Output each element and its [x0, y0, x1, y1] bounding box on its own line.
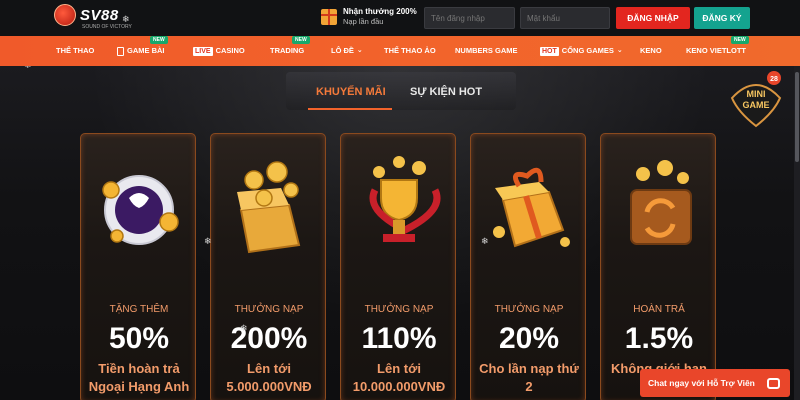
nav-item-numbers-game[interactable]: NUMBERS GAME [455, 36, 518, 66]
promo-tabs: KHUYẾN MÃI SỰ KIỆN HOT [286, 72, 516, 110]
active-tab-underline [308, 108, 392, 110]
card-label: THƯỞNG NẠP [494, 304, 564, 315]
nav-label: THỂ THAO ẢO [384, 46, 436, 55]
cards-icon [117, 46, 124, 56]
card-label: THƯỞNG NẠP [364, 304, 434, 315]
card-desc-line: Lên tới [247, 361, 291, 376]
new-badge: NEW [292, 36, 310, 44]
main-nav: THỂ THAO GAME BÀI NEW LIVE CASINO TRADIN… [0, 36, 800, 66]
card-description: Tiền hoàn trả Ngoại Hạng Anh [81, 360, 197, 396]
promo-card[interactable]: TẶNG THÊM 50% Tiền hoàn trả Ngoại Hạng A… [80, 133, 196, 400]
nav-label: NUMBERS GAME [455, 46, 518, 55]
snowflake-icon: ❄ [240, 323, 248, 333]
nav-label: CASINO [215, 46, 245, 55]
nav-item-sports[interactable]: THỂ THAO [56, 36, 94, 66]
hot-tag: HOT [540, 46, 559, 56]
chevron-down-icon: ⌄ [356, 47, 363, 54]
minigame-line2: GAME [743, 100, 770, 110]
card-value: 50% [108, 322, 170, 355]
tab-hot-events[interactable]: SỰ KIỆN HOT [410, 86, 482, 98]
promo-title: Nhận thưởng 200% [343, 7, 417, 16]
card-label: HOÀN TRẢ [633, 304, 685, 315]
password-input[interactable] [520, 7, 610, 29]
new-badge: NEW [731, 36, 749, 44]
promo-card[interactable]: THƯỞNG NẠP 110% Lên tới 10.000.000VNĐ [340, 133, 456, 400]
premier-league-ball-icon [102, 175, 179, 245]
trophy-icon [369, 156, 441, 242]
snowflake-icon: ❄ [122, 14, 130, 24]
card-description: Cho lần nạp thứ 2 [471, 360, 587, 396]
register-button[interactable]: ĐĂNG KÝ [694, 7, 750, 29]
snowflake-icon: ❄ [204, 236, 212, 246]
card-label: TẶNG THÊM [109, 304, 169, 315]
promo-card[interactable]: THƯỞNG NẠP 20% Cho lần nạp thứ 2 [470, 133, 586, 400]
chevron-down-icon: ⌄ [616, 47, 623, 54]
nav-item-casino[interactable]: LIVE CASINO [193, 36, 245, 66]
card-desc-line: 2 [525, 379, 533, 394]
live-tag: LIVE [193, 46, 213, 56]
nav-label: LÔ ĐỀ [331, 46, 354, 55]
nav-item-virtual-sports[interactable]: THỂ THAO ẢO [384, 36, 436, 66]
scrollbar-thumb[interactable] [795, 72, 799, 162]
login-button[interactable]: ĐĂNG NHẬP [616, 7, 690, 29]
minigame-line1: MINI [747, 89, 766, 99]
nav-label: CỔNG GAMES [561, 46, 614, 55]
chat-bubble-icon [766, 377, 780, 389]
minigame-number: 28 [770, 76, 778, 83]
card-label: THƯỞNG NẠP [234, 304, 304, 315]
logo-emblem-icon [54, 4, 76, 26]
snowflake-icon: ❄ [24, 66, 32, 71]
snowflake-icon: ❄ [481, 236, 489, 246]
top-bar: SV88 SOUND OF VICTORY ❄ Nhận thưởng 200%… [0, 0, 800, 36]
promo-subtitle: Nạp lần đầu [343, 17, 384, 26]
new-badge: NEW [150, 36, 168, 44]
refund-wallet-icon [630, 160, 692, 245]
logo[interactable]: SV88 SOUND OF VICTORY [54, 4, 132, 30]
card-value: 200% [230, 322, 308, 355]
nav-label: KENO [640, 46, 662, 55]
username-input[interactable] [424, 7, 515, 29]
promo-card[interactable]: HOÀN TRẢ 1.5% Không giới hạn [600, 133, 716, 400]
promo-card[interactable]: THƯỞNG NẠP 200% Lên tới 5.000.000VNĐ [210, 133, 326, 400]
card-description: Lên tới 10.000.000VNĐ [341, 360, 457, 396]
card-desc-line: 5.000.000VNĐ [226, 379, 312, 394]
minigame-launcher-icon[interactable]: 28 MINI GAME [726, 70, 786, 134]
tab-promotions[interactable]: KHUYẾN MÃI [316, 86, 386, 98]
gift-icon [321, 9, 337, 25]
card-desc-line: Ngoại Hạng Anh [88, 379, 190, 394]
nav-item-lottery[interactable]: LÔ ĐỀ ⌄ [331, 36, 363, 66]
nav-item-game-portal[interactable]: HOT CỔNG GAMES ⌄ [540, 36, 623, 66]
card-value: 110% [361, 322, 437, 355]
card-value: 1.5% [624, 322, 694, 355]
gift-box-icon [493, 167, 570, 248]
card-value: 20% [498, 322, 560, 355]
card-desc-line: Tiền hoàn trả [98, 361, 180, 376]
nav-label: THỂ THAO [56, 46, 95, 55]
support-chat-button[interactable]: Chat ngay với Hỗ Trợ Viên [640, 369, 790, 397]
card-description: Lên tới 5.000.000VNĐ [211, 360, 327, 396]
card-desc-line: Lên tới [377, 361, 421, 376]
page-scrollbar[interactable] [794, 66, 800, 400]
card-desc-line: 10.000.000VNĐ [352, 379, 446, 394]
card-desc-line: Cho lần nạp thứ [479, 361, 579, 376]
chat-label: Chat ngay với Hỗ Trợ Viên [648, 378, 755, 388]
logo-text: SV88 [80, 6, 119, 24]
first-deposit-promo[interactable]: Nhận thưởng 200% Nạp lần đầu [321, 7, 417, 27]
coin-box-icon [237, 161, 301, 254]
nav-item-keno[interactable]: KENO [640, 36, 662, 66]
